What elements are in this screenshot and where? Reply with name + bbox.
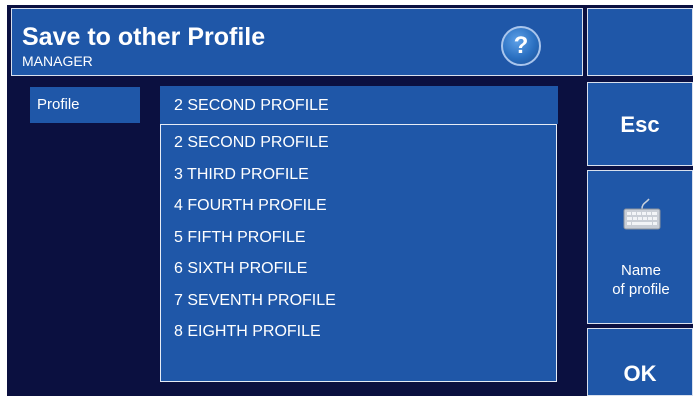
name-of-profile-label: Name of profile	[588, 261, 693, 299]
dropdown-option[interactable]: 8 EIGHTH PROFILE	[161, 316, 556, 348]
dropdown-option[interactable]: 2 SECOND PROFILE	[161, 127, 556, 159]
keyboard-icon	[623, 198, 661, 230]
page-subtitle: MANAGER	[22, 53, 93, 69]
dropdown-option[interactable]: 5 FIFTH PROFILE	[161, 222, 556, 254]
help-icon[interactable]: ?	[501, 26, 541, 66]
page-title: Save to other Profile	[22, 23, 266, 51]
dropdown-option[interactable]: 3 THIRD PROFILE	[161, 159, 556, 191]
profile-select[interactable]: 2 SECOND PROFILE	[160, 86, 558, 124]
blank-button	[587, 8, 693, 76]
dropdown-option[interactable]: 6 SIXTH PROFILE	[161, 253, 556, 285]
name-label-line1: Name	[620, 262, 661, 279]
right-button-bar: Esc Name of profile OK	[587, 8, 693, 396]
ok-button[interactable]: OK	[587, 328, 693, 396]
profile-field-label: Profile	[30, 87, 140, 123]
profile-dropdown-list: 2 SECOND PROFILE 3 THIRD PROFILE 4 FOURT…	[160, 124, 557, 382]
dropdown-option[interactable]: 4 FOURTH PROFILE	[161, 190, 556, 222]
name-label-line2: of profile	[612, 281, 670, 298]
esc-button[interactable]: Esc	[587, 82, 693, 166]
name-of-profile-button[interactable]: Name of profile	[587, 170, 693, 324]
dropdown-option[interactable]: 7 SEVENTH PROFILE	[161, 285, 556, 317]
